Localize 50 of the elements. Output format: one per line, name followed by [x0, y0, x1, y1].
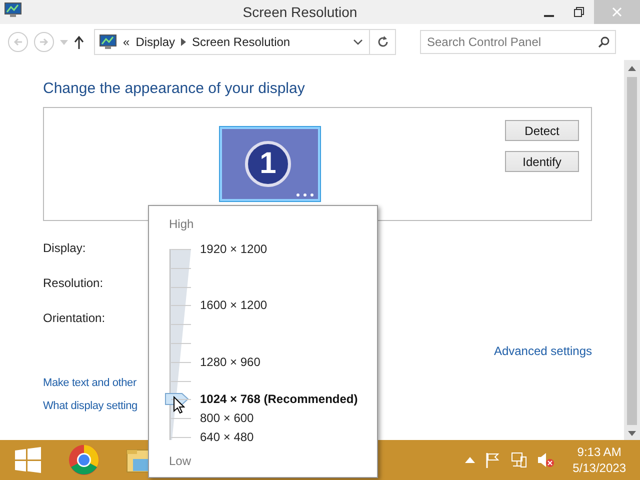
monitor-preview[interactable]: 1 [219, 126, 321, 202]
refresh-icon [376, 36, 388, 48]
control-panel-icon [99, 34, 117, 50]
muted-speaker-icon[interactable] [536, 452, 555, 468]
resolution-option[interactable]: 1280 × 960 [200, 354, 260, 369]
clock-time: 9:13 AM [577, 445, 622, 459]
page-heading: Change the appearance of your display [43, 80, 306, 97]
browser-icon [68, 444, 100, 476]
clock-date: 5/13/2023 [572, 461, 626, 475]
scrollbar[interactable] [624, 60, 640, 440]
breadcrumb-arrow-icon[interactable] [181, 38, 186, 46]
flag-icon[interactable] [484, 452, 501, 468]
action-button[interactable]: Detect [505, 120, 579, 141]
close-icon [612, 7, 622, 17]
breadcrumb-item[interactable]: Display [136, 35, 176, 49]
search-icon[interactable] [598, 36, 610, 48]
help-link[interactable]: Make text and other [43, 377, 136, 389]
minimize-icon [544, 15, 554, 17]
high-label: High [169, 217, 194, 231]
chevron-down-icon[interactable] [353, 39, 363, 45]
scroll-up-icon[interactable] [628, 66, 636, 71]
up-arrow-icon[interactable] [74, 36, 84, 48]
windows-logo-icon [15, 447, 41, 473]
search-field[interactable]: Search Control Panel [420, 30, 616, 54]
help-link[interactable]: What display setting [43, 400, 138, 412]
field-label: Display: [43, 241, 86, 255]
dots-icon [296, 193, 314, 197]
breadcrumb-item[interactable]: Screen Resolution [192, 35, 290, 49]
resolution-option[interactable]: 800 × 600 [200, 411, 254, 426]
monitor-number: 1 [245, 141, 291, 187]
low-label: Low [169, 454, 192, 468]
action-button[interactable]: Identify [505, 151, 579, 172]
address-bar[interactable]: « Display Screen Resolution [94, 29, 396, 55]
resolution-option[interactable]: 1600 × 1200 [200, 298, 268, 312]
control-panel-icon [4, 2, 22, 18]
resolution-option[interactable]: 1024 × 768 (Recommended) [200, 392, 358, 406]
show-hidden-icons[interactable] [464, 457, 475, 463]
forward-arrow-icon [39, 37, 49, 47]
field-label: Orientation: [43, 311, 106, 325]
restore-icon [574, 7, 584, 17]
window-title: Screen Resolution [242, 4, 358, 20]
mouse-cursor-icon [173, 396, 185, 414]
advanced-settings-link[interactable]: Advanced settings [494, 344, 592, 358]
resolution-option[interactable]: 640 × 480 [200, 430, 254, 444]
back-arrow-icon [13, 37, 23, 47]
scroll-down-icon[interactable] [628, 431, 636, 436]
network-icon[interactable] [510, 452, 527, 468]
overflow-chevron[interactable]: « [123, 35, 130, 49]
resolution-option[interactable]: 1920 × 1200 [200, 242, 268, 256]
field-label: Resolution: [43, 276, 104, 290]
